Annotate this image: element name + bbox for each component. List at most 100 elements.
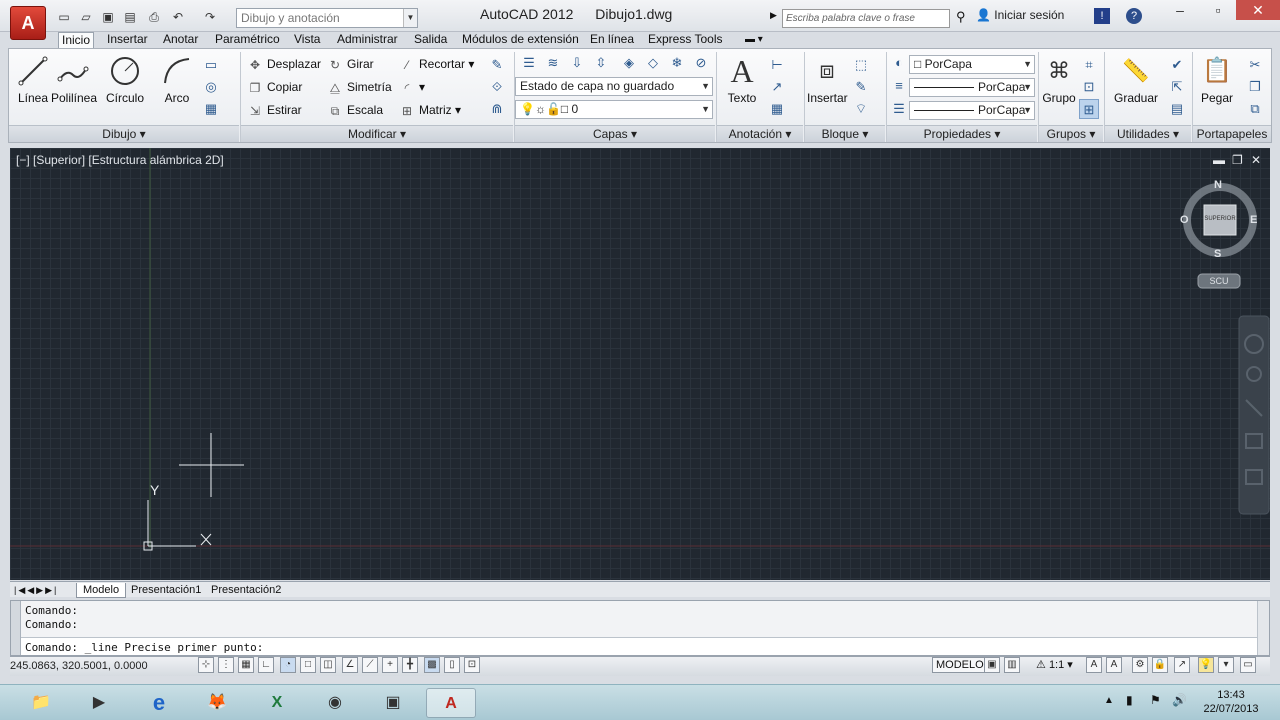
workspace-switching-icon[interactable]: ⚙ — [1132, 657, 1148, 673]
mirror-button[interactable]: ⧋ Simetría — [327, 78, 392, 96]
attribute-icon[interactable]: ⌔ — [851, 99, 871, 119]
panel-utilities-title[interactable]: Utilidades ▾ — [1105, 125, 1191, 142]
insert-block-button[interactable]: ⧈ Insertar — [807, 53, 848, 105]
polyline-button[interactable]: Polilínea — [51, 53, 97, 105]
explorer-icon[interactable]: 📁 — [16, 688, 66, 718]
match-properties-icon[interactable]: ◐ — [889, 53, 909, 73]
layer-unisolate-icon[interactable]: ◇ — [643, 53, 663, 73]
layer-states-icon[interactable]: ≋ — [543, 53, 563, 73]
action-center-icon[interactable]: ⚑ — [1150, 693, 1161, 707]
polar-tracking-icon[interactable]: ◔ — [280, 657, 296, 673]
tab-en-linea[interactable]: En línea — [587, 32, 637, 48]
offset-icon[interactable]: ⋒ — [487, 99, 507, 119]
search-expand-icon[interactable]: ▶ — [770, 10, 777, 21]
annotation-visibility-icon[interactable]: A — [1086, 657, 1102, 673]
isolate-objects-icon[interactable]: 💡 — [1198, 657, 1214, 673]
ortho-icon[interactable]: ∟ — [258, 657, 274, 673]
leader-icon[interactable]: ↗ — [767, 77, 787, 97]
viewcube-east[interactable]: E — [1250, 214, 1257, 226]
exchange-icon[interactable]: ! — [1094, 8, 1110, 24]
autocad-taskbar-icon[interactable]: A — [426, 688, 476, 718]
quick-view-layouts-icon[interactable]: ▣ — [984, 657, 1000, 673]
ribbon-options-icon[interactable]: ▬ ▾ — [742, 32, 766, 48]
edit-block-icon[interactable]: ✎ — [851, 77, 871, 97]
current-layer-select[interactable]: 💡☼🔓□ 0 ▼ — [515, 100, 713, 119]
tab-presentacion1[interactable]: Presentación1 — [128, 583, 204, 597]
search-input[interactable]: Escriba palabra clave o frase — [782, 9, 950, 28]
viewport-close-icon[interactable]: ✕ — [1251, 153, 1261, 167]
tab-salida[interactable]: Salida — [411, 32, 450, 48]
paste-button[interactable]: 📋 Pegar — [1197, 53, 1237, 105]
tab-vista[interactable]: Vista — [291, 32, 323, 48]
tab-modelo[interactable]: Modelo — [76, 583, 127, 598]
fillet-button[interactable]: ◜ ▾ — [399, 78, 425, 96]
ucs-menu[interactable]: SCU — [1198, 276, 1240, 286]
layer-freeze-icon[interactable]: ❄ — [667, 53, 687, 73]
clean-screen-icon[interactable]: ▭ — [1240, 657, 1256, 673]
viewcube-west[interactable]: O — [1180, 214, 1189, 226]
infer-constraints-icon[interactable]: ⊹ — [198, 657, 214, 673]
layer-isolate-icon[interactable]: ◈ — [619, 53, 639, 73]
measure-button[interactable]: 📏 Graduar — [1113, 53, 1159, 105]
cut-icon[interactable]: ✂ — [1245, 55, 1265, 75]
lineweight-toggle-icon[interactable]: ╋ — [402, 657, 418, 673]
tab-anotar[interactable]: Anotar — [160, 32, 201, 48]
media-player-icon[interactable]: ▶ — [74, 688, 124, 718]
tab-parametrico[interactable]: Paramétrico — [212, 32, 283, 48]
layer-set-icon[interactable]: ⇩ — [567, 53, 587, 73]
tab-inicio[interactable]: Inicio — [58, 32, 95, 48]
selection-cycling-icon[interactable]: ⊡ — [464, 657, 480, 673]
viewcube-face[interactable]: SUPERIOR — [1204, 216, 1236, 222]
trim-button[interactable]: ⁄ Recortar ▾ — [399, 55, 474, 73]
drawing-area[interactable]: Y N S E O SUPERIOR SCU — [10, 148, 1270, 580]
show-hidden-icons[interactable]: ▲ — [1104, 695, 1114, 706]
panel-properties-title[interactable]: Propiedades ▾ — [887, 125, 1037, 142]
excel-icon[interactable]: X — [252, 688, 302, 718]
command-scrollbar[interactable] — [1257, 601, 1269, 655]
application-menu-button[interactable]: A — [10, 6, 46, 40]
quick-properties-icon[interactable]: ▯ — [444, 657, 460, 673]
firefox-icon[interactable]: 🦊 — [192, 688, 242, 718]
viewcube-north[interactable]: N — [1214, 179, 1222, 191]
dimension-icon[interactable]: ⊢ — [767, 55, 787, 75]
panel-layers-title[interactable]: Capas ▾ — [515, 125, 715, 142]
model-space-button[interactable]: MODELO — [932, 657, 988, 673]
panel-groups-title[interactable]: Grupos ▾ — [1039, 125, 1103, 142]
annotation-scale[interactable]: ⚠ 1:1 ▾ — [1036, 658, 1073, 671]
coordinates-display[interactable]: 245.0863, 320.5001, 0.0000 — [10, 660, 148, 672]
line-button[interactable]: Línea — [11, 53, 55, 105]
hatch-icon[interactable]: ▦ — [201, 99, 221, 119]
group-edit-icon[interactable]: ⊡ — [1079, 77, 1099, 97]
viewport-controls[interactable]: [−] [Superior] [Estructura alámbrica 2D] — [16, 153, 224, 167]
scale-button[interactable]: ⧉ Escala — [327, 101, 383, 119]
grid-icon[interactable]: ▦ — [238, 657, 254, 673]
print-icon[interactable]: ⎙ — [146, 9, 162, 25]
sign-in-button[interactable]: 👤 Iniciar sesión — [976, 8, 1064, 22]
maximize-button[interactable]: ▫ — [1198, 0, 1238, 20]
viewcube-south[interactable]: S — [1214, 248, 1221, 260]
signal-icon[interactable]: ▮ — [1126, 693, 1133, 707]
panel-modify-title[interactable]: Modificar ▾ — [241, 125, 513, 142]
lock-icon[interactable]: 🔒 — [1152, 657, 1168, 673]
internet-explorer-icon[interactable]: e — [134, 688, 184, 718]
layer-state-select[interactable]: Estado de capa no guardado ▼ — [515, 77, 713, 96]
move-button[interactable]: ✥ Desplazar — [247, 55, 321, 73]
table-icon[interactable]: ▦ — [767, 99, 787, 119]
otrack-icon[interactable]: ∠ — [342, 657, 358, 673]
tab-insertar[interactable]: Insertar — [104, 32, 151, 48]
snap-mode-icon[interactable]: ⋮ — [218, 657, 234, 673]
tab-express-tools[interactable]: Express Tools — [645, 32, 725, 48]
3d-osnap-icon[interactable]: ◫ — [320, 657, 336, 673]
osnap-icon[interactable]: □ — [300, 657, 316, 673]
ducs-icon[interactable]: ⟋ — [362, 657, 378, 673]
save-as-icon[interactable]: ▤ — [122, 9, 138, 25]
copy-base-icon[interactable]: ⧉ — [1245, 99, 1265, 119]
transparency-icon[interactable]: ▩ — [424, 657, 440, 673]
viewport-minimize-icon[interactable]: ▬ — [1213, 153, 1225, 167]
quick-select-icon[interactable]: ✔ — [1167, 55, 1187, 75]
status-menu-icon[interactable]: ▾ — [1218, 657, 1234, 673]
chrome-icon[interactable]: ◉ — [310, 688, 360, 718]
linetype-select[interactable]: PorCapa ▼ — [909, 78, 1035, 97]
group-select-icon[interactable]: ⊞ — [1079, 99, 1099, 119]
layer-off-icon[interactable]: ⊘ — [691, 53, 711, 73]
